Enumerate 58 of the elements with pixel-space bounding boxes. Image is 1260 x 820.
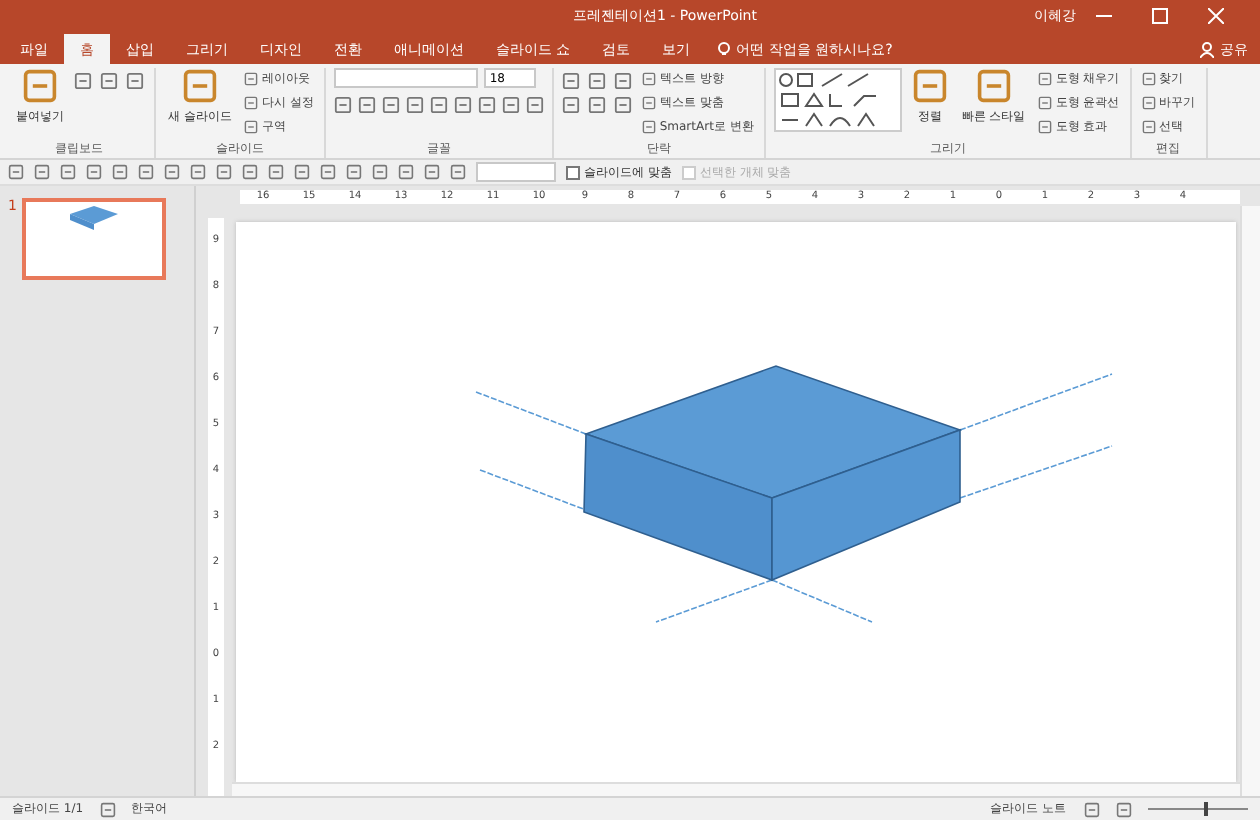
tool-icon: [74, 72, 92, 90]
tool-icon: [641, 120, 656, 134]
tool-icon: [243, 96, 258, 110]
maximize-icon[interactable]: [1152, 8, 1168, 24]
tool-icon: [424, 164, 440, 180]
tool-icon: [112, 164, 128, 180]
person-icon: [1200, 41, 1214, 57]
format-icon: [525, 96, 544, 114]
format-icon: [477, 96, 496, 114]
tool-icon: [268, 164, 284, 180]
horizontal-scrollbar[interactable]: [232, 782, 1240, 796]
tool-icon: [613, 96, 632, 114]
format-icon: [429, 96, 448, 114]
tool-icon: [1037, 96, 1052, 110]
tool-icon: [587, 72, 606, 90]
tool-icon: [1037, 120, 1052, 134]
tool-icon: [398, 164, 414, 180]
tool-icon: [294, 164, 310, 180]
tool-icon: [450, 164, 466, 180]
tool-icon: [138, 164, 154, 180]
format-icon: [501, 96, 520, 114]
tool-icon: [164, 164, 180, 180]
close-icon[interactable]: [1208, 8, 1224, 24]
tool-icon: [1141, 96, 1156, 110]
tool-icon: [320, 164, 336, 180]
font-field[interactable]: [333, 68, 478, 88]
tool-icon: [1141, 72, 1156, 86]
tool-icon: [8, 164, 24, 180]
vertical-scrollbar[interactable]: [1240, 206, 1260, 796]
tool-icon: [126, 72, 144, 90]
shapes-gallery[interactable]: [773, 68, 902, 132]
tool-icon: [641, 72, 656, 86]
format-icon: [357, 96, 376, 114]
tool-icon: [86, 164, 102, 180]
format-icon: [453, 96, 472, 114]
format-icon: [381, 96, 400, 114]
tool-icon: [243, 72, 258, 86]
slide-thumbnail[interactable]: [22, 198, 167, 280]
tool-icon: [60, 164, 76, 180]
tool-icon: [190, 164, 206, 180]
lightbulb-icon: [718, 41, 731, 57]
tool-icon: [561, 72, 580, 90]
tool-icon: [587, 96, 606, 114]
tool-icon: [372, 164, 388, 180]
tool-icon: [1037, 72, 1052, 86]
tool-icon: [346, 164, 362, 180]
tool-icon: [561, 96, 580, 114]
dropdown-field[interactable]: [476, 162, 556, 182]
tool-icon: [216, 164, 232, 180]
format-icon: [333, 96, 352, 114]
tool-icon: [242, 164, 258, 180]
tool-icon: [243, 120, 258, 134]
tool-icon: [641, 96, 656, 110]
tool-icon: [100, 72, 118, 90]
tool-icon: [1141, 120, 1156, 134]
tool-icon: [613, 72, 632, 90]
format-icon: [405, 96, 424, 114]
tool-icon: [34, 164, 50, 180]
